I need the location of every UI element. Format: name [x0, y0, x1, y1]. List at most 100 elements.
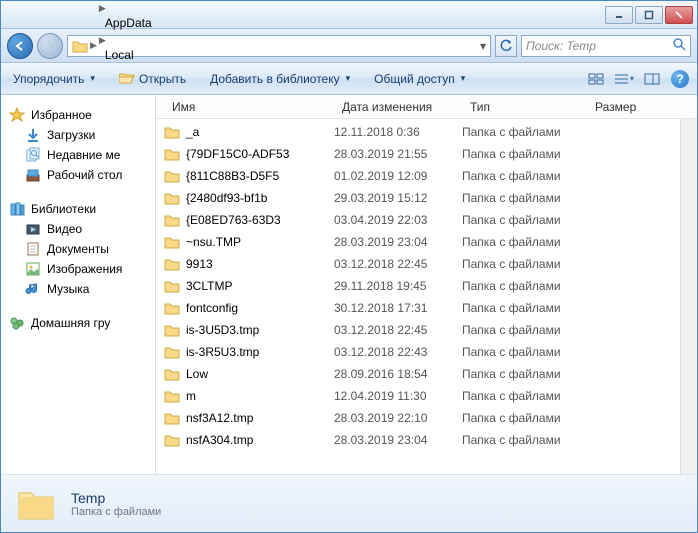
- back-button[interactable]: [7, 33, 33, 59]
- file-type: Папка с файлами: [462, 367, 587, 381]
- help-icon: ?: [671, 70, 689, 88]
- file-date: 29.11.2018 19:45: [334, 279, 462, 293]
- folder-icon: [164, 169, 180, 183]
- open-folder-icon: [119, 70, 135, 87]
- sidebar-icon: [25, 167, 41, 183]
- col-date[interactable]: Дата изменения: [334, 100, 462, 114]
- file-name: Low: [186, 367, 208, 381]
- sidebar-item-label: Рабочий стол: [47, 168, 122, 182]
- search-input[interactable]: Поиск: Temp: [521, 35, 691, 57]
- open-button[interactable]: Открыть: [113, 67, 192, 90]
- file-type: Папка с файлами: [462, 345, 587, 359]
- table-row[interactable]: {2480df93-bf1b29.03.2019 15:12Папка с фа…: [156, 187, 680, 209]
- view-list-button[interactable]: ▾: [613, 68, 635, 90]
- file-date: 03.12.2018 22:45: [334, 257, 462, 271]
- table-row[interactable]: 991303.12.2018 22:45Папка с файлами: [156, 253, 680, 275]
- sidebar-item-label: Документы: [47, 242, 109, 256]
- table-row[interactable]: {E08ED763-63D303.04.2019 22:03Папка с фа…: [156, 209, 680, 231]
- table-row[interactable]: is-3U5D3.tmp03.12.2018 22:45Папка с файл…: [156, 319, 680, 341]
- toolbar: Упорядочить Открыть Добавить в библиотек…: [1, 63, 697, 95]
- file-date: 12.11.2018 0:36: [334, 125, 462, 139]
- file-name: nsfA304.tmp: [186, 433, 253, 447]
- table-row[interactable]: 3CLTMP 29.11.2018 19:45Папка с файлами: [156, 275, 680, 297]
- navbar: ▶ B▶AppData▶Local▶Temp▶ ▾ Поиск: Temp: [1, 29, 697, 63]
- minimize-button[interactable]: [605, 6, 633, 24]
- sidebar-item[interactable]: Загрузки: [5, 125, 151, 145]
- help-button[interactable]: ?: [669, 68, 691, 90]
- big-folder-icon: [15, 483, 57, 525]
- file-name: {811C88B3-D5F5: [186, 169, 279, 183]
- table-row[interactable]: ~nsu.TMP28.03.2019 23:04Папка с файлами: [156, 231, 680, 253]
- sidebar-libraries[interactable]: Библиотеки: [5, 199, 151, 219]
- file-type: Папка с файлами: [462, 301, 587, 315]
- table-row[interactable]: nsf3A12.tmp28.03.2019 22:10Папка с файла…: [156, 407, 680, 429]
- homegroup-icon: [9, 315, 25, 331]
- open-label: Открыть: [139, 72, 186, 86]
- libraries-icon: [9, 201, 25, 217]
- table-row[interactable]: nsfA304.tmp28.03.2019 23:04Папка с файла…: [156, 429, 680, 451]
- table-row[interactable]: {79DF15C0-ADF5328.03.2019 21:55Папка с ф…: [156, 143, 680, 165]
- sidebar-item-label: Видео: [47, 222, 82, 236]
- maximize-button[interactable]: [635, 6, 663, 24]
- dropdown-icon[interactable]: ▾: [480, 39, 486, 53]
- file-date: 28.09.2016 18:54: [334, 367, 462, 381]
- details-pane: Temp Папка с файлами: [1, 474, 697, 532]
- libraries-label: Библиотеки: [31, 202, 96, 216]
- file-name: nsf3A12.tmp: [186, 411, 253, 425]
- folder-icon: [164, 345, 180, 359]
- scrollbar[interactable]: [680, 119, 697, 474]
- organize-button[interactable]: Упорядочить: [7, 69, 101, 89]
- sidebar-item[interactable]: Рабочий стол: [5, 165, 151, 185]
- col-size[interactable]: Размер: [587, 100, 657, 114]
- table-row[interactable]: is-3R5U3.tmp03.12.2018 22:43Папка с файл…: [156, 341, 680, 363]
- main-pane: Имя Дата изменения Тип Размер _a12.11.20…: [156, 95, 697, 474]
- breadcrumb-item[interactable]: AppData: [99, 14, 158, 32]
- sidebar-homegroup[interactable]: Домашняя гру: [5, 313, 151, 333]
- folder-icon: [164, 279, 180, 293]
- refresh-button[interactable]: [495, 35, 517, 57]
- search-placeholder: Поиск: Temp: [526, 39, 596, 53]
- sidebar-item[interactable]: Недавние ме: [5, 145, 151, 165]
- table-row[interactable]: _a12.11.2018 0:36Папка с файлами: [156, 121, 680, 143]
- file-date: 28.03.2019 23:04: [334, 433, 462, 447]
- explorer-window: ▶ B▶AppData▶Local▶Temp▶ ▾ Поиск: Temp Уп…: [0, 0, 698, 533]
- preview-pane-button[interactable]: [641, 68, 663, 90]
- col-name[interactable]: Имя: [164, 100, 334, 114]
- add-library-button[interactable]: Добавить в библиотеку: [204, 69, 356, 89]
- share-button[interactable]: Общий доступ: [368, 69, 471, 89]
- sidebar-item[interactable]: Изображения: [5, 259, 151, 279]
- file-type: Папка с файлами: [462, 125, 587, 139]
- homegroup-label: Домашняя гру: [31, 316, 110, 330]
- table-row[interactable]: m12.04.2019 11:30Папка с файлами: [156, 385, 680, 407]
- sidebar-icon: [25, 127, 41, 143]
- file-name: {79DF15C0-ADF53: [186, 147, 289, 161]
- address-bar[interactable]: ▶ B▶AppData▶Local▶Temp▶ ▾: [67, 35, 491, 57]
- sidebar-favorites[interactable]: Избранное: [5, 105, 151, 125]
- close-button[interactable]: [665, 6, 693, 24]
- file-date: 01.02.2019 12:09: [334, 169, 462, 183]
- file-name: 3CLTMP: [186, 279, 232, 293]
- sidebar-item[interactable]: Видео: [5, 219, 151, 239]
- sidebar-item[interactable]: Музыка: [5, 279, 151, 299]
- file-name: is-3U5D3.tmp: [186, 323, 259, 337]
- file-name: fontconfig: [186, 301, 238, 315]
- file-name: {E08ED763-63D3: [186, 213, 281, 227]
- file-date: 03.04.2019 22:03: [334, 213, 462, 227]
- forward-button[interactable]: [37, 33, 63, 59]
- file-date: 12.04.2019 11:30: [334, 389, 462, 403]
- table-row[interactable]: {811C88B3-D5F501.02.2019 12:09Папка с фа…: [156, 165, 680, 187]
- file-type: Папка с файлами: [462, 257, 587, 271]
- sidebar-item[interactable]: Документы: [5, 239, 151, 259]
- file-date: 03.12.2018 22:43: [334, 345, 462, 359]
- sidebar-icon: [25, 261, 41, 277]
- file-type: Папка с файлами: [462, 279, 587, 293]
- table-row[interactable]: fontconfig30.12.2018 17:31Папка с файлам…: [156, 297, 680, 319]
- sidebar-item-label: Загрузки: [47, 128, 95, 142]
- col-type[interactable]: Тип: [462, 100, 587, 114]
- sidebar-item-label: Музыка: [47, 282, 89, 296]
- table-row[interactable]: Low 28.09.2016 18:54Папка с файлами: [156, 363, 680, 385]
- folder-icon: [164, 235, 180, 249]
- breadcrumb-item[interactable]: Local: [99, 46, 158, 64]
- file-name: m: [186, 389, 196, 403]
- view-thumb-button[interactable]: [585, 68, 607, 90]
